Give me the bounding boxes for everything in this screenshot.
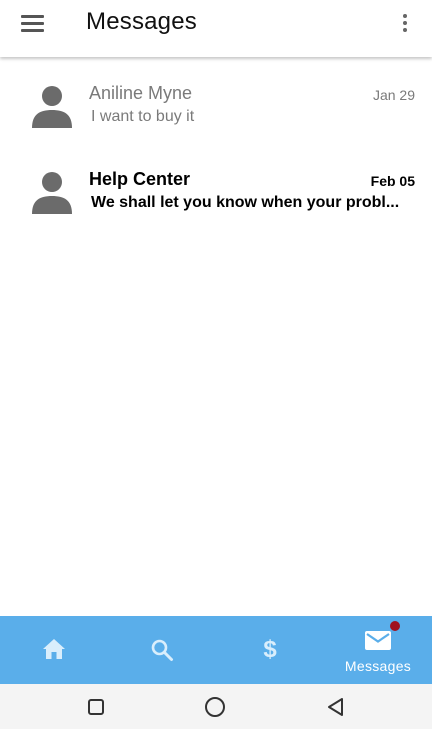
back-triangle-icon[interactable] bbox=[323, 694, 349, 720]
tab-search[interactable] bbox=[108, 616, 216, 684]
message-item-aniline-myne[interactable]: Aniline Myne Jan 29 I want to buy it bbox=[0, 57, 432, 143]
tab-payments[interactable]: $ bbox=[216, 616, 324, 684]
system-nav-bar bbox=[0, 684, 432, 729]
home-icon bbox=[43, 639, 65, 659]
mail-icon bbox=[365, 631, 391, 650]
sender-name: Aniline Myne bbox=[89, 83, 193, 103]
tab-messages[interactable]: Messages bbox=[324, 616, 432, 684]
page-title: Messages bbox=[86, 8, 197, 35]
home-circle-icon[interactable] bbox=[202, 694, 228, 720]
message-preview: We shall let you know when your probl... bbox=[91, 194, 400, 211]
sender-name: Help Center bbox=[89, 169, 191, 189]
hamburger-menu-icon[interactable] bbox=[18, 12, 48, 36]
tab-home[interactable] bbox=[0, 616, 108, 684]
message-list: Aniline Myne Jan 29 I want to buy it Hel… bbox=[0, 57, 432, 229]
message-preview: I want to buy it bbox=[91, 108, 195, 125]
person-icon bbox=[32, 172, 72, 214]
message-item-help-center[interactable]: Help Center Feb 05 We shall let you know… bbox=[0, 143, 432, 229]
tab-messages-label: Messages bbox=[344, 658, 412, 674]
more-vert-icon[interactable] bbox=[395, 10, 415, 38]
app-bar: Messages bbox=[0, 0, 432, 57]
dollar-icon: $ bbox=[263, 636, 277, 663]
person-icon bbox=[32, 86, 72, 128]
message-date: Feb 05 bbox=[370, 173, 415, 189]
bottom-nav: $ Messages bbox=[0, 616, 432, 684]
search-icon bbox=[151, 639, 173, 661]
recents-square-icon[interactable] bbox=[83, 694, 109, 720]
message-date: Jan 29 bbox=[372, 87, 415, 103]
notification-dot bbox=[390, 621, 400, 631]
